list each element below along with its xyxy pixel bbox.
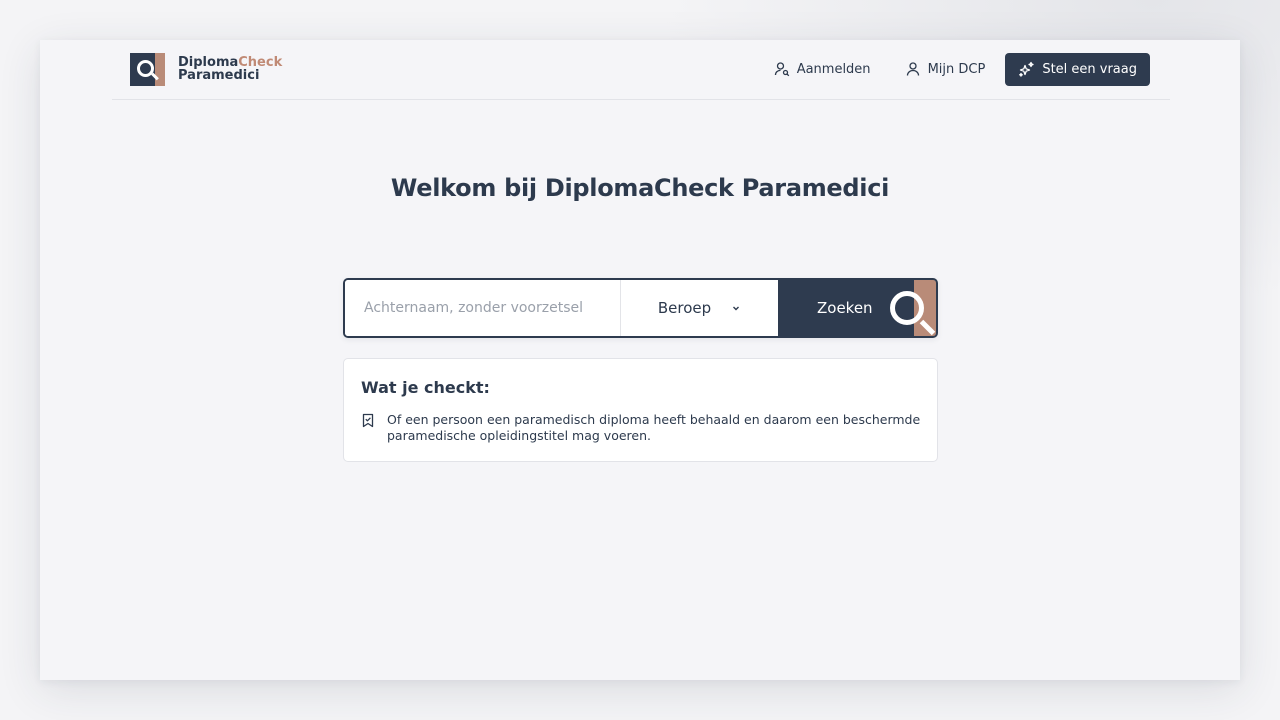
browser-window: DiplomaCheck Paramedici Aanmelden Mijn D… bbox=[40, 40, 1240, 680]
search-button[interactable]: Zoeken bbox=[778, 280, 936, 336]
profession-select[interactable]: Beroep bbox=[620, 280, 778, 336]
profession-select-value: Beroep bbox=[657, 299, 712, 317]
login-label: Aanmelden bbox=[796, 61, 871, 77]
info-item-text: Of een persoon een paramedisch diploma h… bbox=[387, 412, 921, 443]
main-nav: Aanmelden Mijn DCP Stel een vraag bbox=[740, 52, 1150, 86]
surname-search-input[interactable] bbox=[345, 280, 620, 336]
sparkles-icon bbox=[1019, 61, 1034, 77]
account-link[interactable]: Mijn DCP bbox=[905, 61, 986, 77]
login-link[interactable]: Aanmelden bbox=[774, 61, 871, 77]
account-label: Mijn DCP bbox=[927, 61, 986, 77]
info-item: Of een persoon een paramedisch diploma h… bbox=[361, 412, 921, 444]
bookmark-check-icon bbox=[362, 413, 374, 428]
logo-word-paramedici: Paramedici bbox=[178, 68, 260, 83]
info-card-title: Wat je checkt: bbox=[361, 378, 490, 397]
info-card: Wat je checkt: Of een persoon een parame… bbox=[343, 358, 938, 462]
user-search-icon bbox=[774, 62, 789, 77]
logo-icon bbox=[130, 52, 165, 86]
chevron-down-icon bbox=[733, 306, 740, 311]
ask-question-button[interactable]: Stel een vraag bbox=[1005, 52, 1150, 86]
ask-question-label: Stel een vraag bbox=[1042, 61, 1137, 77]
search-bar: Beroep Zoeken bbox=[343, 278, 938, 338]
search-icon bbox=[890, 291, 924, 325]
logo-text: DiplomaCheck Paramedici bbox=[178, 56, 282, 82]
page-title: Welkom bij DiplomaCheck Paramedici bbox=[390, 174, 890, 202]
user-icon bbox=[906, 62, 919, 76]
search-button-label: Zoeken bbox=[817, 299, 873, 317]
site-logo[interactable]: DiplomaCheck Paramedici bbox=[130, 52, 282, 86]
site-header: DiplomaCheck Paramedici Aanmelden Mijn D… bbox=[112, 40, 1170, 100]
